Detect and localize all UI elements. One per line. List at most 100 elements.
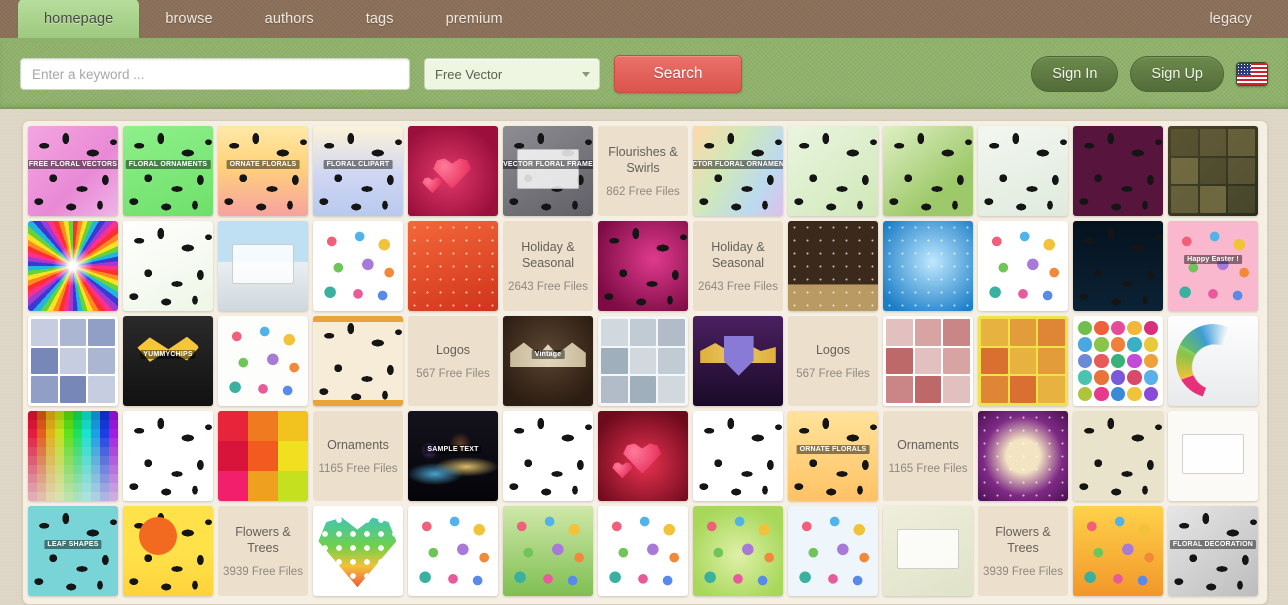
thumbnail-flower-heart-rainbow[interactable]	[313, 506, 403, 596]
thumbnail-blue-flower-pattern[interactable]	[788, 506, 878, 596]
category-file-count: 1165 Free Files	[318, 463, 398, 475]
nav-tab-premium[interactable]: premium	[420, 0, 529, 38]
category-tile-holiday-and-seasonal-right[interactable]: Holiday & Seasonal 2643 Free Files	[693, 221, 783, 311]
thumbnail-postage-stamps-set[interactable]	[883, 316, 973, 406]
thumbnail-team-crest-logo[interactable]	[693, 316, 783, 406]
nav-tab-browse[interactable]: browse	[139, 0, 238, 38]
swatch	[37, 483, 46, 492]
sign-up-button[interactable]: Sign Up	[1130, 56, 1224, 92]
category-title: Flourishes & Swirls	[608, 145, 678, 175]
thumbnail-ornate-florals-yellow[interactable]: ORNATE FLORALS	[788, 411, 878, 501]
category-tile-ornaments-right[interactable]: Ornaments 1165 Free Files	[883, 411, 973, 501]
collage-grid	[1171, 129, 1255, 213]
collage-cell	[943, 347, 970, 375]
thumbnail-free-floral-vectors[interactable]: FREE FLORAL VECTORS	[28, 126, 118, 216]
nav-tab-authors[interactable]: authors	[239, 0, 340, 38]
thumbnail-floral-decoration-grey[interactable]: FLORAL DECORATION	[1168, 506, 1258, 596]
category-tile-flourishes-and-swirls[interactable]: Flourishes & Swirls 862 Free Files	[598, 126, 688, 216]
thumbnail-black-floral-silhouettes[interactable]	[123, 411, 213, 501]
swatch	[37, 474, 46, 483]
thumbnail-purple-damask-pattern[interactable]	[1073, 126, 1163, 216]
thumbnail-art	[313, 126, 403, 216]
swatch	[64, 465, 73, 474]
thumbnail-halloween-pumpkins[interactable]	[1073, 221, 1163, 311]
thumbnail-art	[693, 126, 783, 216]
thumbnail-vintage-frames-collage[interactable]	[1168, 126, 1258, 216]
thumbnail-bird-branch-illustration[interactable]	[978, 126, 1068, 216]
thumbnail-colorful-icon-grid[interactable]	[1073, 316, 1163, 406]
thumbnail-vintage-frame-label[interactable]	[1168, 411, 1258, 501]
thumbnail-myspace-social-logos[interactable]	[28, 316, 118, 406]
swatch	[82, 456, 91, 465]
thumbnail-sunset-tree-silhouette[interactable]	[123, 506, 213, 596]
thumbnail-leaf-shapes-set[interactable]: LEAF SHAPES	[28, 506, 118, 596]
thumbnail-vector-floral-ornaments[interactable]: VECTOR FLORAL ORNAMENTS	[693, 126, 783, 216]
thumbnail-labels-badges-sheet[interactable]	[598, 316, 688, 406]
swatch	[46, 438, 55, 447]
search-button[interactable]: Search	[614, 55, 742, 93]
thumbnail-vector-floral-frame[interactable]: VECTOR FLORAL FRAME	[503, 126, 593, 216]
thumbnail-autumn-kids-illustration[interactable]	[1073, 506, 1163, 596]
category-tile-logos-right[interactable]: Logos 567 Free Files	[788, 316, 878, 406]
swatch	[37, 465, 46, 474]
thumbnail-tribal-symbols-set[interactable]	[313, 316, 403, 406]
thumbnail-green-grunge-floral[interactable]	[883, 126, 973, 216]
thumbnail-ornate-florals[interactable]: ORNATE FLORALS	[218, 126, 308, 216]
sign-in-button[interactable]: Sign In	[1031, 56, 1119, 92]
swatch	[91, 465, 100, 474]
thumbnail-travel-icons-set[interactable]	[978, 221, 1068, 311]
thumbnail-pink-hearts-background[interactable]	[408, 126, 498, 216]
collage-grid	[31, 319, 115, 403]
thumbnail-art	[788, 126, 878, 216]
swatch	[91, 492, 100, 501]
thumbnail-art	[28, 126, 118, 216]
thumbnail-green-leaf-swirl[interactable]	[123, 221, 213, 311]
thumbnail-blue-snowflakes[interactable]	[883, 221, 973, 311]
thumbnail-vintage-lace-pattern[interactable]	[1073, 411, 1163, 501]
thumbnail-merry-christmas-orange[interactable]	[408, 221, 498, 311]
category-tile-holiday-and-seasonal-left[interactable]: Holiday & Seasonal 2643 Free Files	[503, 221, 593, 311]
thumbnail-plants-pots-icons[interactable]	[598, 506, 688, 596]
collage-cell	[601, 319, 628, 346]
search-input[interactable]	[20, 58, 410, 90]
thumbnail-watercolor-flowers[interactable]	[693, 506, 783, 596]
category-tile-flowers-and-trees-right[interactable]: Flowers & Trees 3939 Free Files	[978, 506, 1068, 596]
thumbnail-merry-christmas-purple[interactable]	[978, 411, 1068, 501]
thumbnail-yummy-chips-logo[interactable]: YUMMYCHIPS	[123, 316, 213, 406]
thumbnail-sample-text-wave[interactable]: SAMPLE TEXT	[408, 411, 498, 501]
category-tile-logos-left[interactable]: Logos 567 Free Files	[408, 316, 498, 406]
thumbnail-color-block-squares[interactable]	[218, 411, 308, 501]
thumbnail-christmas-doodles[interactable]	[313, 221, 403, 311]
thumbnail-art	[1168, 221, 1258, 311]
us-flag-icon[interactable]	[1236, 62, 1268, 86]
thumbnail-white-damask-ornament[interactable]	[503, 411, 593, 501]
thumbnail-green-swirl-background[interactable]	[788, 126, 878, 216]
category-title: Flowers & Trees	[235, 525, 291, 555]
search-category-select[interactable]: Free Vector	[424, 58, 600, 90]
thumbnail-vintage-wings-emblem[interactable]: Vintage	[503, 316, 593, 406]
category-tile-ornaments-left[interactable]: Ornaments 1165 Free Files	[313, 411, 403, 501]
thumbnail-corporate-logo-sheet[interactable]	[978, 316, 1068, 406]
thumbnail-happy-easter-bunnies[interactable]: Happy Easter !	[1168, 221, 1258, 311]
nav-tab-homepage[interactable]: homepage	[18, 0, 140, 38]
thumbnail-colorful-flowers-splash[interactable]	[408, 506, 498, 596]
thumbnail-rainbow-sunburst[interactable]	[28, 221, 118, 311]
thumbnail-furniture-icons[interactable]	[218, 316, 308, 406]
thumbnail-paper-curl-landscape[interactable]	[218, 221, 308, 311]
collage-cell	[914, 319, 942, 346]
category-tile-flowers-and-trees-left[interactable]: Flowers & Trees 3939 Free Files	[218, 506, 308, 596]
thumbnail-vintage-floral-card[interactable]	[883, 506, 973, 596]
thumbnail-butterfly-green-nature[interactable]	[503, 506, 593, 596]
thumbnail-floral-clipart[interactable]: FLORAL CLIPART	[313, 126, 403, 216]
collage-cell	[31, 319, 58, 346]
nav-tab-legacy[interactable]: legacy	[1183, 0, 1288, 38]
thumbnail-color-swatch-palette[interactable]	[28, 411, 118, 501]
nav-tab-tags[interactable]: tags	[340, 0, 420, 38]
swatch	[109, 492, 118, 501]
thumbnail-merry-christmas-brown[interactable]	[788, 221, 878, 311]
thumbnail-floral-ornaments[interactable]: FLORAL ORNAMENTS	[123, 126, 213, 216]
thumbnail-red-heart-swirl[interactable]	[598, 411, 688, 501]
thumbnail-valentines-swirl-pink[interactable]	[598, 221, 688, 311]
thumbnail-rainbow-arrow-swoosh[interactable]	[1168, 316, 1258, 406]
thumbnail-white-floral-pattern[interactable]	[693, 411, 783, 501]
